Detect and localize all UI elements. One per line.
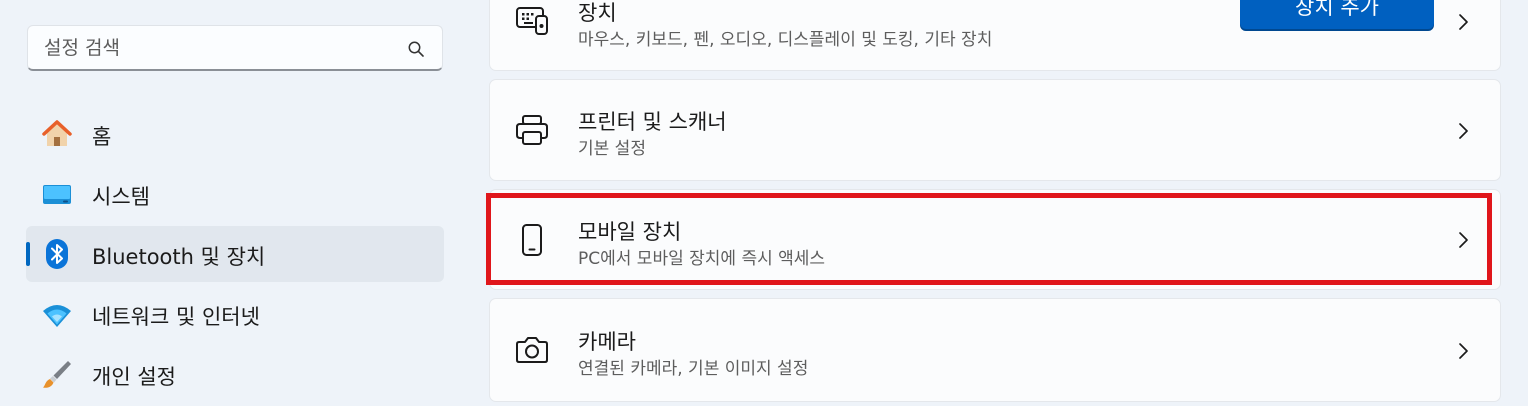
- wifi-icon: [43, 305, 71, 327]
- camera-icon: [516, 337, 548, 363]
- chevron-right-icon[interactable]: [1456, 13, 1470, 31]
- mobile-devices-card[interactable]: 모바일 장치 PC에서 모바일 장치에 즉시 액세스: [489, 189, 1501, 290]
- chevron-right-icon[interactable]: [1456, 231, 1470, 249]
- sidebar-item-label: Bluetooth 및 장치: [92, 245, 266, 269]
- sidebar-item-label: 시스템: [92, 185, 150, 209]
- sidebar-item-label: 홈: [92, 125, 112, 149]
- card-subtitle: 연결된 카메라, 기본 이미지 설정: [578, 359, 809, 379]
- devices-card[interactable]: 장치 마우스, 키보드, 펜, 오디오, 디스플레이 및 도킹, 기타 장치 장…: [489, 0, 1501, 71]
- sidebar-item-personalization[interactable]: 개인 설정: [26, 346, 444, 402]
- sidebar-item-label: 개인 설정: [92, 365, 176, 389]
- brush-icon: [43, 361, 71, 388]
- bluetooth-icon: [46, 239, 68, 269]
- chevron-right-icon[interactable]: [1456, 122, 1470, 140]
- home-icon: [42, 120, 72, 146]
- card-title: 모바일 장치: [578, 220, 682, 244]
- card-title: 장치: [578, 1, 617, 25]
- printers-card[interactable]: 프린터 및 스캐너 기본 설정: [489, 79, 1501, 181]
- sidebar-item-bluetooth[interactable]: Bluetooth 및 장치: [26, 226, 444, 282]
- system-icon: [43, 185, 71, 204]
- sidebar-item-home[interactable]: 홈: [26, 106, 444, 162]
- card-title: 프린터 및 스캐너: [578, 110, 727, 134]
- search-input[interactable]: [44, 26, 394, 70]
- add-device-button[interactable]: 장치 추가: [1240, 0, 1434, 31]
- printer-icon: [516, 115, 548, 145]
- card-subtitle: PC에서 모바일 장치에 즉시 액세스: [578, 249, 826, 269]
- sidebar-item-network[interactable]: 네트워크 및 인터넷: [26, 286, 444, 342]
- search-box[interactable]: [27, 25, 443, 71]
- card-title: 카메라: [578, 330, 636, 354]
- devices-icon: [516, 7, 548, 35]
- card-subtitle: 기본 설정: [578, 139, 646, 159]
- sidebar-item-label: 네트워크 및 인터넷: [92, 305, 260, 329]
- selection-indicator: [26, 242, 30, 266]
- camera-card[interactable]: 카메라 연결된 카메라, 기본 이미지 설정: [489, 298, 1501, 402]
- phone-icon: [522, 224, 542, 256]
- sidebar-item-system[interactable]: 시스템: [26, 166, 444, 222]
- chevron-right-icon[interactable]: [1456, 342, 1470, 360]
- search-icon[interactable]: [407, 40, 425, 58]
- card-subtitle: 마우스, 키보드, 펜, 오디오, 디스플레이 및 도킹, 기타 장치: [578, 30, 993, 50]
